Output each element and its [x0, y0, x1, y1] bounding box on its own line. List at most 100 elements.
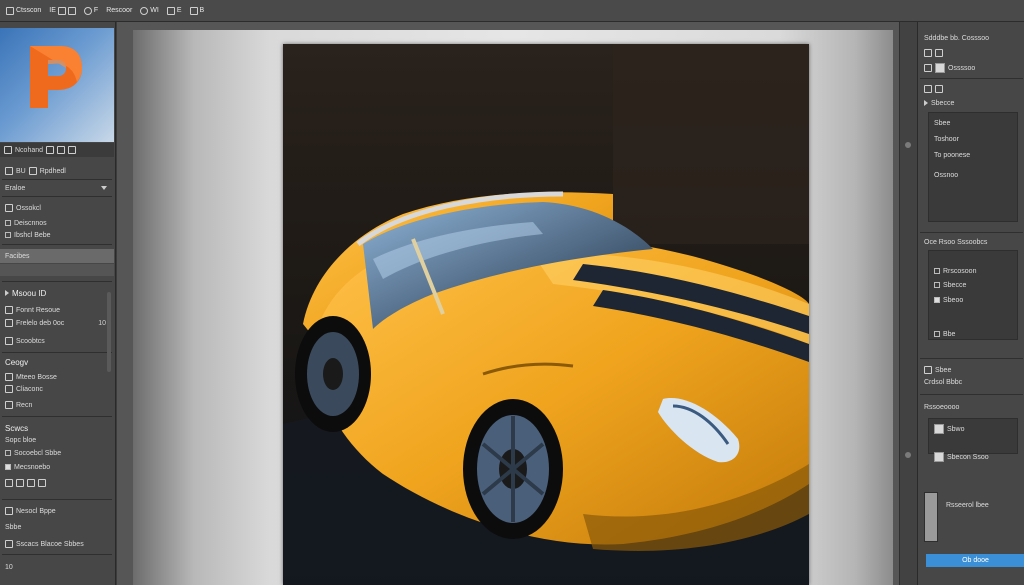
collapse-icon[interactable] — [905, 142, 911, 148]
layer-row[interactable]: Rrscosoon — [928, 266, 1024, 276]
checkbox[interactable] — [934, 297, 940, 303]
frame-icon — [67, 6, 76, 15]
list-item[interactable]: Recn — [0, 400, 114, 410]
panel-row[interactable]: Crdsol Bbbc — [918, 377, 1024, 387]
color-swatch[interactable] — [934, 424, 944, 434]
property-row[interactable]: Ossnoo — [928, 170, 1024, 180]
section-header[interactable]: Rssoeoooo — [918, 402, 1024, 412]
layer-row[interactable]: Sbecce — [928, 280, 1024, 290]
list-item[interactable]: Mteeo Bosse — [0, 372, 114, 382]
camera-icon — [140, 6, 149, 15]
tool-icon[interactable] — [924, 49, 932, 57]
logo-toolbar: Ncohand — [0, 143, 114, 157]
tool-icon[interactable] — [935, 85, 943, 93]
property-row[interactable]: Sbee — [928, 118, 1024, 128]
checkbox[interactable] — [5, 450, 11, 456]
menu-item-5[interactable]: E — [166, 6, 182, 15]
panel-tools — [918, 48, 1024, 58]
tool-icon[interactable] — [16, 479, 24, 487]
list-item[interactable]: Nesocl Bppe — [0, 506, 114, 516]
logo-bar-label: Ncohand — [15, 146, 44, 154]
section-header[interactable]: Ceogv — [0, 356, 114, 368]
checkbox[interactable] — [934, 282, 940, 288]
list-item[interactable]: Frelelo deb 0oc 10 — [0, 318, 114, 328]
panel-row[interactable]: Ossssoo — [918, 62, 1024, 74]
menu-item-1[interactable]: IE — [49, 6, 76, 15]
chevron-down-icon[interactable] — [101, 186, 107, 190]
p-logo-icon — [30, 46, 82, 108]
adjust-row[interactable]: Sbwo — [928, 424, 1024, 434]
tool-icon[interactable] — [68, 146, 77, 154]
list-item[interactable]: Cliaconc — [0, 384, 114, 394]
list-item[interactable]: Socoebcl Sbbe — [0, 448, 114, 458]
color-swatch[interactable] — [934, 452, 944, 462]
tool-icon[interactable] — [27, 479, 35, 487]
tool-icon[interactable] — [924, 85, 932, 93]
right-panel: Sdddbe bb. Cosssoo Ossssoo Sbecce Sbee T… — [917, 22, 1024, 585]
list-item[interactable]: Ibshcl Bebe — [0, 230, 114, 240]
color-swatch[interactable] — [935, 63, 945, 73]
section-header[interactable]: Oce Rsoo Sssoobcs — [918, 236, 1024, 248]
list-item-selected[interactable]: Facibes — [0, 249, 114, 263]
layers-icon — [166, 6, 175, 15]
panel-row[interactable]: Rsseerol lbee — [940, 500, 1024, 510]
menu-item-4[interactable]: WI — [140, 6, 159, 15]
checkbox[interactable] — [5, 464, 11, 470]
panel-row[interactable]: Sbee — [918, 364, 1024, 376]
collapse-icon[interactable] — [905, 452, 911, 458]
divider — [2, 554, 112, 555]
list-item[interactable]: Deiscnnos — [0, 218, 114, 228]
status-row: 10 — [5, 563, 13, 571]
tool-icon[interactable] — [935, 49, 943, 57]
list-item[interactable]: Sscacs Blacoe Sbbes — [0, 539, 114, 549]
adjust-row[interactable]: Sbecon Ssoo — [928, 452, 1024, 462]
home-icon[interactable] — [4, 146, 12, 154]
checkbox[interactable] — [5, 232, 11, 238]
list-item[interactable]: Mecsnoebo — [0, 462, 114, 472]
item-icon — [5, 385, 13, 393]
tab-bu[interactable]: BU — [16, 168, 26, 175]
property-row[interactable]: To poonese — [928, 150, 1024, 160]
section-header[interactable]: Scwcs — [0, 422, 114, 434]
list-item[interactable]: Scoobtcs — [0, 336, 114, 346]
checkbox[interactable] — [934, 268, 940, 274]
list-item[interactable]: Ossokcl — [0, 202, 114, 214]
menu-item-6[interactable]: B — [189, 6, 204, 15]
list-item[interactable]: Sbbe — [0, 522, 114, 532]
scrollbar[interactable] — [107, 292, 111, 372]
tab-icon[interactable] — [5, 167, 13, 175]
tab-icon[interactable] — [28, 167, 37, 175]
tool-icon[interactable] — [5, 479, 13, 487]
app-name: Ctsscon — [16, 7, 42, 14]
app-menu[interactable]: Ctsscon — [6, 6, 42, 15]
tab-second[interactable]: Rpdhedl — [40, 168, 66, 175]
panel-row[interactable] — [918, 84, 1024, 94]
checkbox[interactable] — [5, 220, 11, 226]
layer-row[interactable]: Bbe — [928, 329, 1024, 339]
workspace — [117, 22, 899, 585]
primary-button[interactable]: Ob dooe — [926, 554, 1024, 567]
property-row[interactable]: Toshoor — [928, 134, 1024, 144]
chevron-right-icon[interactable] — [924, 100, 928, 106]
list-item[interactable]: Fonnt Resoue — [0, 305, 114, 315]
document-canvas[interactable] — [283, 44, 809, 585]
preview-thumb — [924, 492, 938, 542]
car-image — [283, 44, 809, 585]
tool-row — [0, 477, 114, 489]
panel-row[interactable]: Sbecce — [918, 98, 1024, 108]
list-item[interactable]: Eraloe — [0, 182, 114, 194]
tool-icon[interactable] — [46, 146, 55, 154]
eye-icon[interactable] — [924, 64, 932, 72]
list-item[interactable]: Sopc bloe — [0, 435, 114, 445]
list-item[interactable] — [0, 264, 114, 276]
chevron-right-icon[interactable] — [5, 290, 9, 296]
panel-collapse-strip[interactable] — [899, 22, 917, 585]
tool-icon[interactable] — [57, 146, 66, 154]
menu-item-3[interactable]: Rescoor — [106, 7, 132, 14]
checkbox[interactable] — [934, 331, 940, 337]
menu-item-2[interactable]: F — [83, 6, 98, 15]
section-header[interactable]: Msoou ID — [0, 287, 114, 299]
tool-icon[interactable] — [924, 366, 932, 374]
layer-row[interactable]: Sbeoo — [928, 295, 1024, 305]
tool-icon[interactable] — [38, 479, 46, 487]
